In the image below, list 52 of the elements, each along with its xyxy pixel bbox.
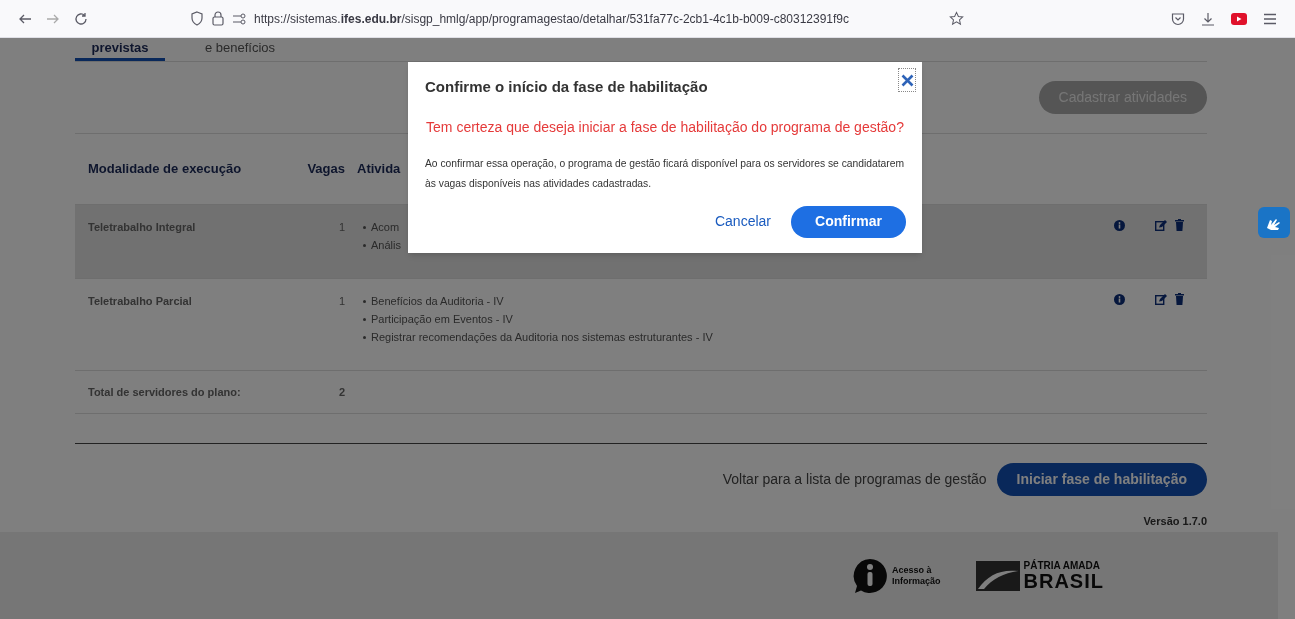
cancel-button[interactable]: Cancelar	[714, 211, 771, 232]
confirmation-question: Tem certeza que deseja iniciar a fase de habilitação do programa de gestão?	[425, 117, 905, 137]
reload-icon[interactable]	[74, 11, 88, 26]
edit-icon[interactable]	[1155, 293, 1167, 305]
star-icon[interactable]	[949, 11, 964, 26]
vacancies-cell-text: 1	[337, 220, 345, 235]
trash-icon[interactable]	[1175, 219, 1184, 231]
bullet-icon	[363, 243, 366, 247]
information-speech-bubble-icon[interactable]	[852, 557, 888, 594]
confirm-button[interactable]: Confirmar	[791, 205, 906, 238]
video-extension-icon[interactable]	[1231, 12, 1247, 25]
modality-cell-text: Teletrabalho Integral	[87, 220, 197, 235]
shield-icon[interactable]	[190, 11, 204, 26]
column-header: Vagas	[306, 160, 345, 179]
activity-text: Anális	[371, 238, 401, 253]
activity-text: Registrar recomendações da Auditoria nos sistemas estruturantes - IV	[371, 330, 713, 345]
back-to-list-link[interactable]: Voltar para a lista de programas de gestão	[722, 469, 987, 490]
total-label: Total de servidores do plano:	[87, 384, 242, 400]
dialog-message: Ao confirmar essa operação, o programa de gestão ficará disponível para os servidores se candidatarem às vagas disponíveis nas atividades cadastradas.	[424, 156, 906, 191]
tab[interactable]: previstas	[75, 38, 165, 61]
bullet-icon	[363, 299, 366, 303]
flag-logo-icon	[975, 560, 1020, 591]
menu-icon[interactable]	[1263, 12, 1277, 25]
bullet-icon	[363, 225, 366, 229]
download-icon[interactable]	[1201, 11, 1215, 26]
modality-cell-text: Teletrabalho Parcial	[87, 294, 193, 309]
access-info-text: Acesso à	[892, 564, 933, 576]
column-header: Modalidade de execução	[87, 160, 243, 179]
trash-icon[interactable]	[1175, 293, 1184, 305]
bullet-icon	[363, 317, 366, 321]
permissions-icon[interactable]	[232, 12, 246, 25]
brand-slogan-text: PÁTRIA AMADA	[1023, 560, 1101, 571]
info-icon[interactable]	[1114, 219, 1125, 231]
brand-name-text: BRASIL	[1023, 570, 1104, 591]
edit-icon[interactable]	[1155, 219, 1167, 231]
activity-text: Acom	[371, 220, 400, 235]
info-icon[interactable]	[1114, 293, 1125, 305]
vacancies-cell-text: 1	[337, 294, 345, 309]
start-habilitation-button[interactable]: Iniciar fase de habilitação	[996, 463, 1207, 496]
tab[interactable]: e benefícios	[185, 38, 296, 61]
activity-text: Benefícios da Auditoria - IV	[371, 294, 504, 309]
total-value: 2	[337, 384, 345, 400]
bullet-icon	[363, 335, 366, 339]
access-info-text: Informação	[892, 575, 941, 587]
close-button[interactable]	[898, 68, 916, 92]
pocket-icon[interactable]	[1171, 11, 1185, 26]
column-header: Ativida	[356, 160, 401, 179]
dialog-title: Confirme o início da fase de habilitação	[425, 77, 708, 97]
version-text: Versão 1.7.0	[1143, 514, 1207, 529]
sign-language-widget-icon[interactable]	[1258, 207, 1290, 238]
lock-icon[interactable]	[212, 11, 224, 26]
activity-text: Participação em Eventos - IV	[371, 312, 513, 327]
